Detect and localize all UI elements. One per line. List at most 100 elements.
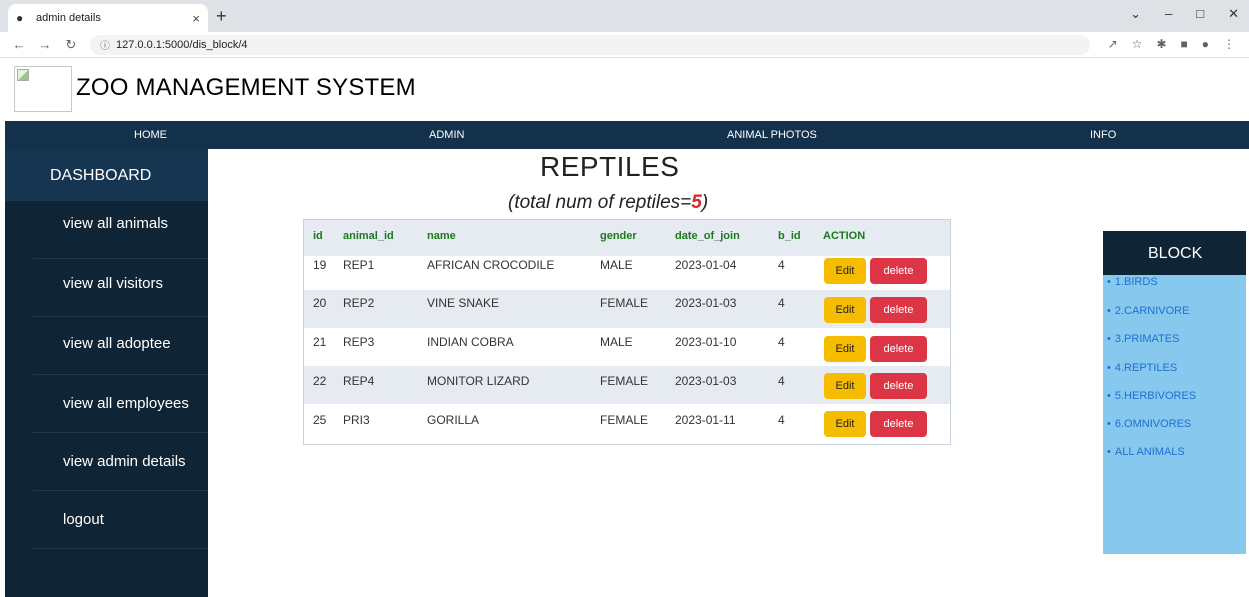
delete-button[interactable]: delete (870, 411, 927, 437)
block-link-herbivores[interactable]: • 5.HERBIVORES (1107, 390, 1196, 402)
cell-animal-id: REP1 (343, 258, 375, 272)
broken-image-icon (17, 69, 29, 81)
sidebar-dashboard-heading: DASHBOARD (5, 149, 208, 201)
address-bar: ← → ↻ ⓘ 127.0.0.1:5000/dis_block/4 ↗ ☆ ✱… (0, 32, 1249, 58)
url-input[interactable]: ⓘ 127.0.0.1:5000/dis_block/4 (90, 34, 1090, 55)
side-panel-icon[interactable]: ■ (1181, 37, 1188, 51)
tab-title: admin details (36, 12, 101, 24)
back-arrow-icon[interactable]: ← (12, 37, 26, 52)
block-link-label: 5.HERBIVORES (1114, 390, 1197, 402)
sidebar-item-label: view all animals (63, 215, 169, 232)
close-window-icon[interactable]: ✕ (1228, 6, 1239, 22)
reload-icon[interactable]: ↻ (64, 37, 78, 53)
block-link-reptiles[interactable]: • 4.REPTILES (1107, 362, 1177, 374)
cell-animal-id: REP4 (343, 374, 375, 388)
cell-date-of-join: 2023-01-03 (675, 374, 737, 388)
sidebar-item-label: view all visitors (63, 275, 164, 292)
delete-button[interactable]: delete (870, 373, 927, 399)
menu-kebab-icon[interactable]: ⋮ (1223, 37, 1235, 51)
toolbar-icons: ↗ ☆ ✱ ■ ● ⋮ (1108, 37, 1235, 51)
edit-button[interactable]: Edit (824, 411, 866, 437)
nav-admin[interactable]: ADMIN (429, 129, 464, 141)
edit-button[interactable]: Edit (824, 373, 866, 399)
nav-animal-photos[interactable]: ANIMAL PHOTOS (727, 129, 817, 141)
cell-b-id: 4 (778, 296, 785, 310)
sidebar-item-view-all-animals[interactable]: view all animals (33, 201, 208, 259)
cell-animal-id: PRI3 (343, 413, 370, 427)
sidebar-item-view-all-adoptee[interactable]: view all adoptee (33, 317, 208, 375)
cell-name: INDIAN COBRA (427, 335, 514, 349)
sidebar-item-logout[interactable]: logout (33, 491, 208, 549)
bullet-icon: • (1107, 276, 1111, 288)
bullet-icon: • (1107, 390, 1111, 402)
edit-button[interactable]: Edit (824, 336, 866, 362)
cell-gender: FEMALE (600, 413, 649, 427)
site-logo-image (14, 66, 72, 112)
block-link-label: 6.OMNIVORES (1114, 418, 1192, 430)
browser-tab-bar: ● admin details × + ⌄ – □ ✕ (0, 0, 1249, 32)
profile-avatar-icon[interactable]: ● (1202, 37, 1209, 51)
cell-gender: MALE (600, 258, 633, 272)
cell-name: GORILLA (427, 413, 480, 427)
bookmark-star-icon[interactable]: ☆ (1132, 37, 1143, 51)
share-icon[interactable]: ↗ (1108, 37, 1118, 51)
delete-button[interactable]: delete (870, 297, 927, 323)
block-link-label: 3.PRIMATES (1114, 333, 1180, 345)
extensions-icon[interactable]: ✱ (1156, 37, 1166, 51)
column-header-animal-id: animal_id (343, 230, 394, 242)
url-text: 127.0.0.1:5000/dis_block/4 (116, 38, 248, 51)
block-link-omnivores[interactable]: • 6.OMNIVORES (1107, 418, 1191, 430)
bullet-icon: • (1107, 305, 1111, 317)
cell-id: 22 (313, 374, 327, 388)
site-title: ZOO MANAGEMENT SYSTEM (76, 74, 416, 101)
cell-b-id: 4 (778, 335, 785, 349)
block-link-all-animals[interactable]: • ALL ANIMALS (1107, 446, 1185, 458)
block-heading: BLOCK (1103, 231, 1246, 275)
cell-id: 19 (313, 258, 327, 272)
bullet-icon: • (1107, 418, 1111, 430)
site-info-icon[interactable]: ⓘ (100, 37, 110, 52)
cell-animal-id: REP3 (343, 335, 375, 349)
delete-button[interactable]: delete (870, 336, 927, 362)
edit-button[interactable]: Edit (824, 258, 866, 284)
delete-button[interactable]: delete (870, 258, 927, 284)
top-navigation: HOME ADMIN ANIMAL PHOTOS INFO (5, 121, 1249, 149)
bullet-icon: • (1107, 333, 1111, 345)
column-header-id: id (313, 230, 323, 242)
block-panel: BLOCK • 1.BIRDS • 2.CARNIVORE • 3.PRIMATES … (1103, 231, 1246, 554)
cell-id: 21 (313, 335, 327, 349)
block-link-label: 2.CARNIVORE (1114, 305, 1190, 317)
column-header-action: ACTION (823, 230, 866, 242)
cell-name: MONITOR LIZARD (427, 374, 530, 388)
cell-name: AFRICAN CROCODILE (427, 258, 555, 272)
sidebar-item-view-all-visitors[interactable]: view all visitors (33, 259, 208, 317)
forward-arrow-icon[interactable]: → (38, 37, 52, 52)
cell-date-of-join: 2023-01-11 (675, 413, 736, 427)
minimize-icon[interactable]: – (1165, 6, 1172, 22)
caption-suffix: ) (701, 192, 709, 213)
sidebar-item-view-all-employees[interactable]: view all employees (33, 375, 208, 433)
cell-name: VINE SNAKE (427, 296, 500, 310)
tab-search-icon[interactable]: ⌄ (1130, 6, 1141, 22)
block-link-carnivore[interactable]: • 2.CARNIVORE (1107, 305, 1189, 317)
edit-button[interactable]: Edit (824, 297, 866, 323)
browser-tab[interactable]: ● admin details × (8, 4, 208, 32)
nav-home[interactable]: HOME (134, 129, 167, 141)
block-link-label: 4.REPTILES (1114, 362, 1178, 374)
tab-close-button[interactable]: × (192, 11, 200, 26)
sidebar: DASHBOARD view all animals view all visi… (5, 149, 208, 597)
block-link-label: 1.BIRDS (1114, 276, 1158, 288)
block-link-primates[interactable]: • 3.PRIMATES (1107, 333, 1179, 345)
restore-icon[interactable]: □ (1196, 6, 1204, 22)
nav-info[interactable]: INFO (1090, 129, 1116, 141)
block-link-label: ALL ANIMALS (1114, 446, 1185, 458)
block-link-birds[interactable]: • 1.BIRDS (1107, 276, 1158, 288)
sidebar-item-label: view all adoptee (63, 335, 171, 352)
table-row: 22 REP4 MONITOR LIZARD FEMALE 2023-01-03… (304, 366, 950, 404)
cell-gender: FEMALE (600, 296, 649, 310)
reptiles-table: id animal_id name gender date_of_join b_… (303, 219, 951, 445)
window-controls: ⌄ – □ ✕ (1130, 6, 1239, 22)
column-header-name: name (427, 230, 456, 242)
sidebar-item-view-admin-details[interactable]: view admin details (33, 433, 208, 491)
new-tab-button[interactable]: + (216, 6, 227, 27)
